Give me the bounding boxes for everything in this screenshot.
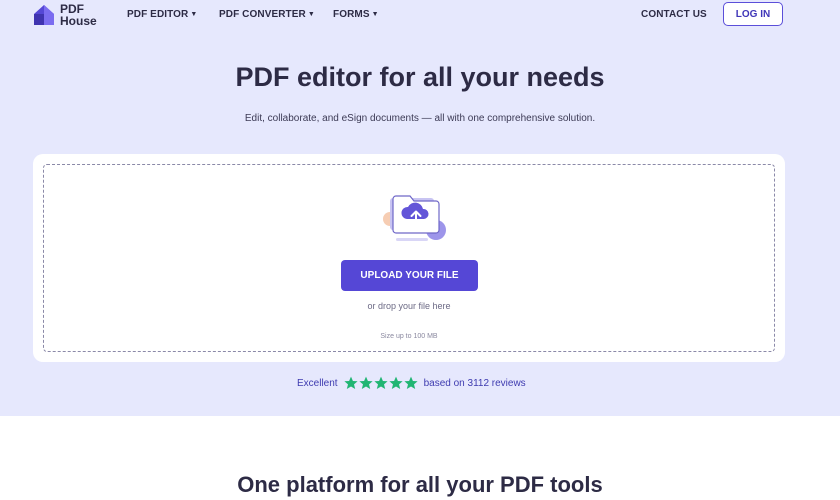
logo[interactable]: PDF House	[32, 2, 97, 28]
drop-hint: or drop your file here	[367, 301, 451, 311]
nav-contact-us[interactable]: CONTACT US	[641, 9, 707, 20]
caret-down-icon: ▼	[307, 11, 315, 18]
nav-forms[interactable]: FORMS ▼	[333, 9, 379, 20]
logo-text: PDF House	[60, 3, 97, 27]
upload-card: UPLOAD YOUR FILE or drop your file here …	[33, 154, 785, 362]
rating-stars	[343, 376, 418, 390]
size-limit: Size up to 100 MB	[380, 333, 438, 340]
star-icon	[373, 376, 388, 389]
house-logo-icon	[34, 5, 54, 25]
review-rating[interactable]: Excellent based on 3112 reviews	[297, 375, 526, 391]
folder-cloud-upload-icon	[383, 195, 446, 241]
hero-section: PDF House PDF EDITOR ▼ PDF CONVERTER ▼ FOR…	[0, 0, 840, 416]
star-icon	[403, 376, 418, 389]
nav-pdf-editor[interactable]: PDF EDITOR ▼	[127, 9, 197, 20]
section-title: One platform for all your PDF tools	[237, 472, 603, 497]
file-dropzone[interactable]: UPLOAD YOUR FILE or drop your file here …	[43, 164, 775, 352]
caret-down-icon: ▼	[371, 11, 379, 18]
star-icon	[388, 376, 403, 389]
nav-pdf-editor-label: PDF EDITOR	[127, 9, 189, 20]
nav-forms-label: FORMS	[333, 9, 370, 20]
caret-down-icon: ▼	[190, 11, 198, 18]
star-icon	[343, 376, 358, 389]
login-button[interactable]: LOG IN	[723, 2, 783, 26]
rating-label: Excellent	[297, 377, 338, 389]
nav-pdf-converter[interactable]: PDF CONVERTER ▼	[219, 9, 315, 20]
top-nav: PDF House PDF EDITOR ▼ PDF CONVERTER ▼ FOR…	[0, 0, 840, 32]
nav-pdf-converter-label: PDF CONVERTER	[219, 9, 306, 20]
review-count: based on 3112 reviews	[423, 377, 526, 389]
logo-line-2: House	[60, 14, 97, 28]
page-title: PDF editor for all your needs	[235, 62, 605, 92]
upload-file-button[interactable]: UPLOAD YOUR FILE	[341, 260, 478, 291]
page-subtitle: Edit, collaborate, and eSign documents —…	[244, 113, 596, 124]
star-icon	[358, 376, 373, 389]
